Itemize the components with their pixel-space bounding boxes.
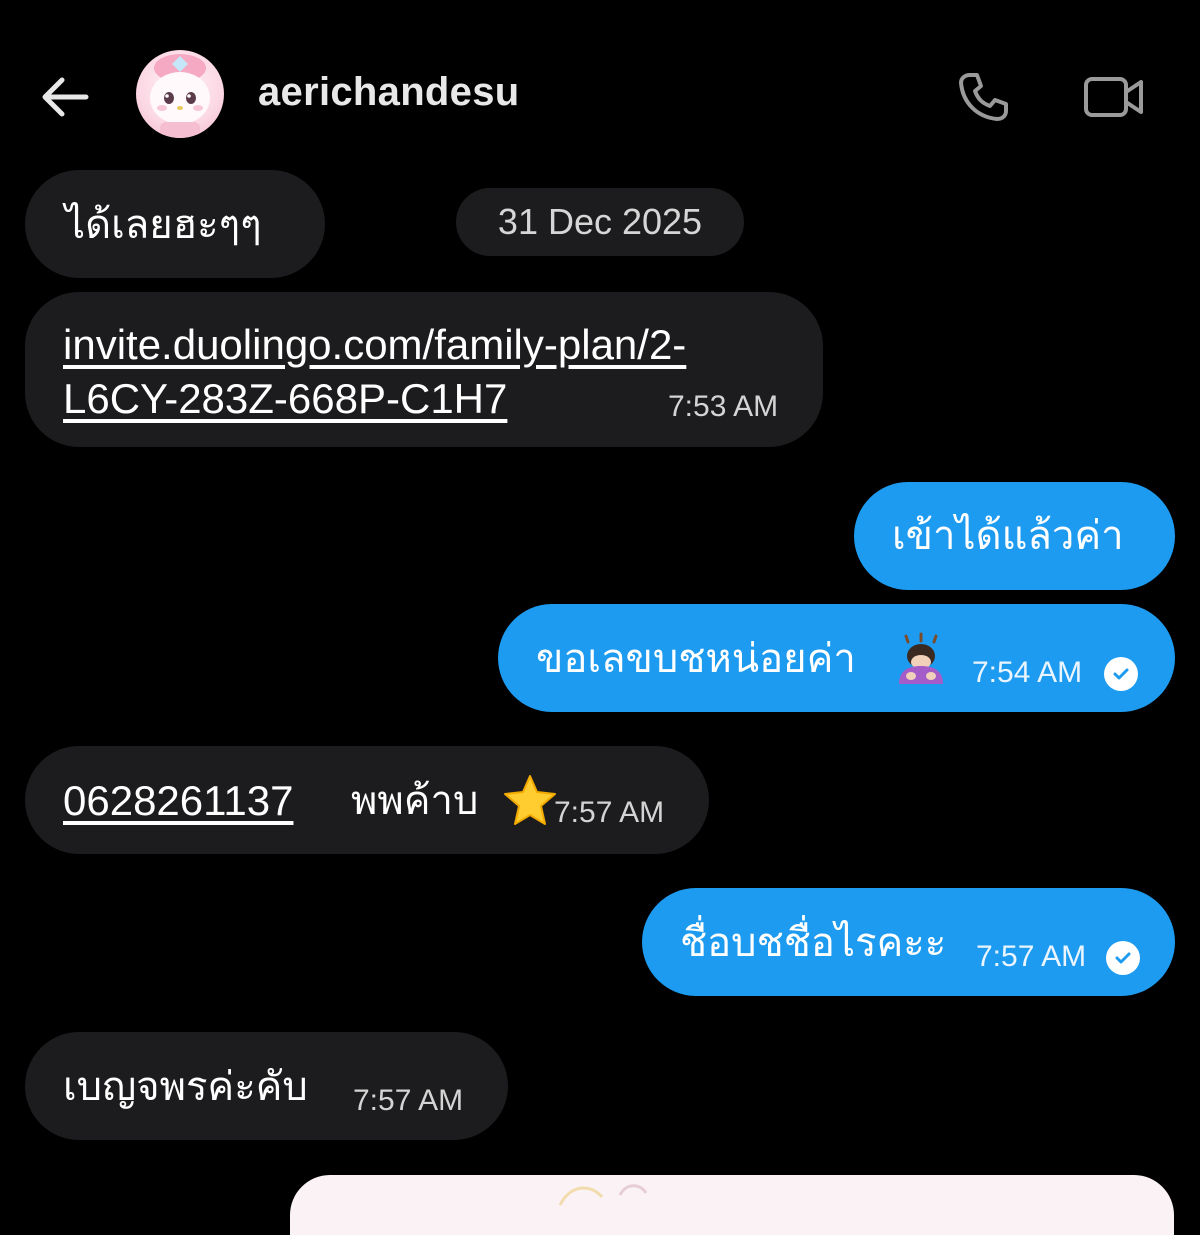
incoming-message[interactable]: เบญจพรค่ะคับ 7:57 AM — [25, 1032, 508, 1140]
message-text: ขอเลขบชหน่อยค่า — [536, 636, 856, 682]
voice-call-button[interactable] — [950, 64, 1016, 130]
message-text: ได้เลยฮะๆๆ — [65, 202, 262, 248]
chat-header: aerichandesu — [0, 0, 1200, 190]
incoming-message[interactable]: 0628261137 พพค้าบ 7:57 AM — [25, 746, 709, 854]
chat-username[interactable]: aerichandesu — [258, 70, 520, 115]
outgoing-message[interactable]: ขอเลขบชหน่อยค่า 7:54 AM — [498, 604, 1175, 712]
read-receipt-check-icon — [1106, 941, 1140, 975]
star-emoji — [501, 772, 559, 830]
outgoing-message[interactable]: เข้าได้แล้วค่า — [854, 482, 1175, 590]
link-line: L6CY-283Z-668P-C1H7 — [63, 375, 508, 422]
link-line: invite.duolingo.com/family-plan/2- — [63, 321, 687, 368]
message-text: พพค้าบ — [351, 778, 479, 824]
date-separator: 31 Dec 2025 — [456, 188, 744, 256]
read-receipt-check-icon — [1104, 657, 1138, 691]
back-button[interactable] — [36, 68, 94, 126]
incoming-message[interactable]: invite.duolingo.com/family-plan/2- L6CY-… — [25, 292, 823, 447]
phone-number-link[interactable]: 0628261137 — [63, 776, 293, 826]
message-text: เบญจพรค่ะคับ — [63, 1064, 308, 1110]
message-timestamp: 7:57 AM — [554, 796, 665, 829]
person-bowing-emoji — [894, 632, 948, 686]
video-camera-icon — [1084, 77, 1143, 117]
outgoing-message[interactable]: ชื่อบชชื่อไรคะะ 7:57 AM — [642, 888, 1175, 996]
phone-icon — [959, 73, 1008, 121]
message-timestamp: 7:54 AM — [972, 656, 1083, 689]
message-timestamp: 7:57 AM — [976, 940, 1087, 973]
message-timestamp: 7:53 AM — [668, 390, 779, 423]
arrow-left-icon — [42, 77, 89, 117]
message-text: ชื่อบชชื่อไรคะะ — [680, 920, 947, 966]
my-melody-avatar-icon — [150, 54, 210, 138]
incoming-message[interactable]: ได้เลยฮะๆๆ — [25, 170, 325, 278]
video-call-button[interactable] — [1078, 64, 1150, 130]
sticker-image-icon — [558, 1184, 648, 1206]
message-text: เข้าได้แล้วค่า — [892, 513, 1124, 559]
invite-link[interactable]: invite.duolingo.com/family-plan/2- L6CY-… — [63, 318, 686, 426]
avatar[interactable] — [136, 50, 224, 138]
image-message-preview[interactable] — [290, 1175, 1174, 1235]
message-timestamp: 7:57 AM — [353, 1084, 464, 1117]
